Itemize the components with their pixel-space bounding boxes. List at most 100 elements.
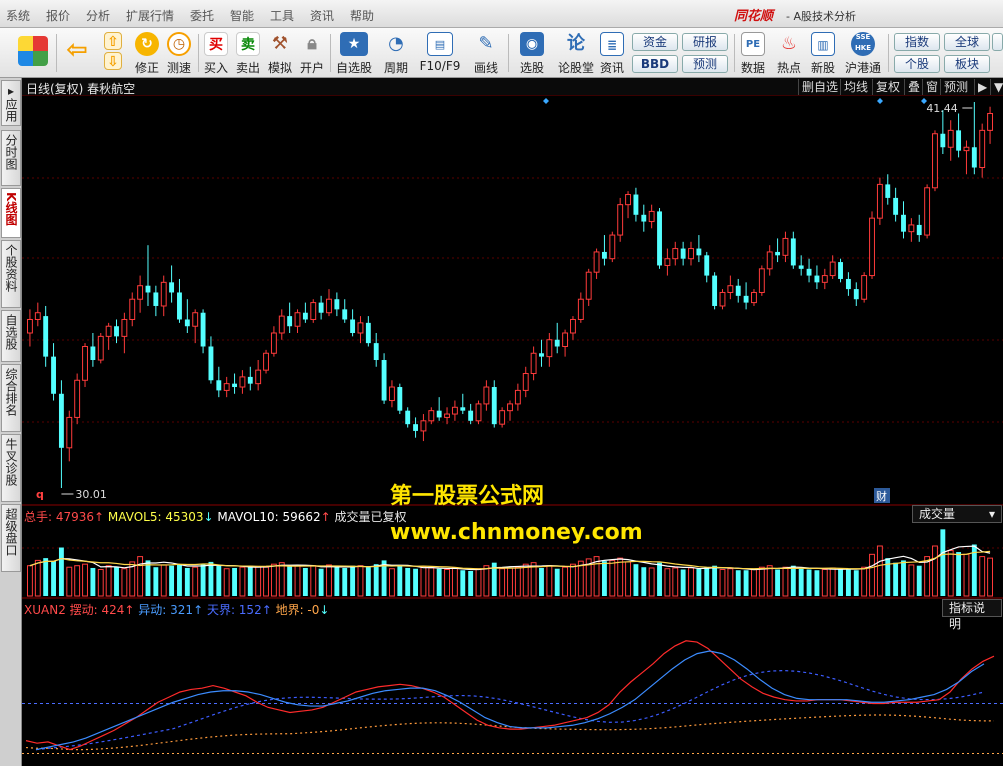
candle-body — [160, 281, 167, 307]
candle-body — [460, 407, 466, 411]
candle-body — [680, 248, 686, 259]
hot-button[interactable]: ♨ 热点 — [774, 30, 804, 76]
candle-body — [491, 387, 497, 425]
data-button[interactable]: PE 数据 — [738, 30, 768, 76]
bbd-button[interactable]: BBD — [632, 55, 678, 73]
volume-bar — [869, 553, 875, 597]
tab-super-orderbook[interactable]: 超级盘口 — [1, 504, 21, 572]
volume-bar — [570, 563, 576, 597]
volume-bar — [43, 558, 49, 596]
toolbar-more-button[interactable] — [992, 33, 1003, 51]
brand-logo: 同花顺 — [734, 9, 774, 24]
candle-body — [562, 332, 569, 348]
back-button[interactable]: ⇦ — [60, 30, 94, 76]
revise-button[interactable]: ↻ 修正 — [132, 30, 162, 76]
speed-test-button[interactable]: ◷ 测速 — [164, 30, 194, 76]
candle-body — [893, 197, 899, 215]
pencil-icon: ✎ — [478, 33, 494, 54]
star-icon: ★ — [340, 32, 368, 56]
watermark-url: www.chnmoney.com — [390, 520, 643, 545]
tab-ranking[interactable]: 综合排名 — [1, 364, 21, 432]
menu-system[interactable]: 系统 — [6, 7, 30, 24]
menu-tools[interactable]: 工具 — [270, 7, 294, 24]
forum-button[interactable]: 论 论股堂 — [556, 30, 596, 76]
indicator-name: XUAN2 — [24, 603, 66, 617]
volume-bar — [82, 563, 88, 597]
fund-button[interactable]: 资金 — [632, 33, 678, 51]
indicator-slow-line — [35, 669, 985, 751]
sell-button[interactable]: 卖 卖出 — [234, 30, 262, 76]
volume-bar — [522, 563, 529, 597]
news-button[interactable]: ≣ 资讯 — [598, 30, 626, 76]
tab-watchlist[interactable]: 自选股 — [1, 310, 21, 362]
up-down-button[interactable]: ⇧ ⇩ — [100, 30, 126, 76]
stock-select-button[interactable]: ◉ 选股 — [512, 30, 552, 76]
candle-body — [51, 356, 56, 394]
candle-body — [169, 282, 175, 293]
volume-bar — [263, 566, 269, 597]
tab-intraday[interactable]: 分时图 — [1, 130, 21, 186]
menu-quote[interactable]: 报价 — [46, 7, 70, 24]
buy-button[interactable]: 买 买入 — [202, 30, 230, 76]
candle-body — [876, 183, 883, 219]
research-button[interactable]: 研报 — [682, 33, 728, 51]
tab-kline[interactable]: K线图 — [1, 188, 21, 238]
candle-body — [350, 319, 356, 333]
layout-button[interactable] — [14, 30, 52, 76]
candle-body — [790, 238, 796, 266]
candle-body — [326, 298, 332, 314]
volume-bar — [318, 568, 324, 596]
indicator-help-button[interactable]: 指标说明 — [942, 599, 1002, 631]
candle-body — [751, 291, 757, 304]
simulate-button[interactable]: ⚒ 模拟 — [266, 30, 294, 76]
candle-body — [263, 352, 269, 371]
candle-body — [483, 386, 490, 405]
menu-help[interactable]: 帮助 — [350, 7, 374, 24]
candle-body — [58, 393, 64, 448]
candle-body — [74, 379, 81, 418]
menu-trade[interactable]: 委托 — [190, 7, 214, 24]
hk-connect-button[interactable]: SSE HKE 沪港通 — [842, 30, 884, 76]
candle-body — [641, 214, 647, 222]
tab-diagnosis[interactable]: 牛叉诊股 — [1, 434, 21, 502]
index-button[interactable]: 指数 — [894, 33, 940, 51]
draw-line-button[interactable]: ✎ 画线 — [466, 30, 506, 76]
volume-bar — [539, 567, 544, 596]
menu-analysis[interactable]: 分析 — [86, 7, 110, 24]
candle-body — [26, 318, 33, 334]
volume-indicator-dropdown[interactable]: 成交量 ▾ — [912, 505, 1002, 523]
f10-button[interactable]: ▤ F10/F9 — [418, 30, 462, 76]
watchlist-button[interactable]: ★ 自选股 — [334, 30, 374, 76]
volume-bar — [766, 565, 773, 597]
new-stock-button[interactable]: ▥ 新股 — [808, 30, 838, 76]
volume-bar — [121, 568, 128, 597]
candle-body — [727, 285, 734, 293]
newstock-icon: ▥ — [811, 32, 835, 56]
candle-body — [232, 383, 237, 388]
volume-bar — [963, 553, 970, 597]
open-account-button[interactable]: 🔒︎ 开户 — [298, 30, 326, 76]
chart-area[interactable]: 日线(复权) 春秋航空 删自选 均线 复权 叠 窗 预测 ▶ ▼ 41.44 30… — [22, 78, 1003, 766]
tab-stock-profile[interactable]: 个股资料 — [1, 240, 21, 308]
volume-bar — [216, 565, 222, 596]
candle-body — [216, 380, 222, 391]
candle-body — [940, 133, 946, 148]
global-button[interactable]: 全球 — [944, 33, 990, 51]
volume-bar — [775, 569, 781, 596]
candle-body — [838, 262, 843, 279]
tab-apps[interactable]: ▸ 应用 — [1, 80, 21, 126]
individual-stock-button[interactable]: 个股 — [894, 55, 940, 73]
candle-body — [365, 322, 371, 344]
menu-extended-quote[interactable]: 扩展行情 — [126, 7, 174, 24]
volume-bar — [413, 568, 419, 596]
candle-body — [719, 291, 726, 307]
indicator-anomaly-label: 异动: 321 — [138, 603, 194, 617]
volume-bar — [137, 556, 144, 597]
volume-bar — [145, 560, 151, 596]
sector-button[interactable]: 板块 — [944, 55, 990, 73]
menu-news[interactable]: 资讯 — [310, 7, 334, 24]
period-button[interactable]: ◔ 周期 — [378, 30, 414, 76]
forecast-button[interactable]: 预测 — [682, 55, 728, 73]
menu-smart[interactable]: 智能 — [230, 7, 254, 24]
candle-body — [916, 224, 922, 236]
